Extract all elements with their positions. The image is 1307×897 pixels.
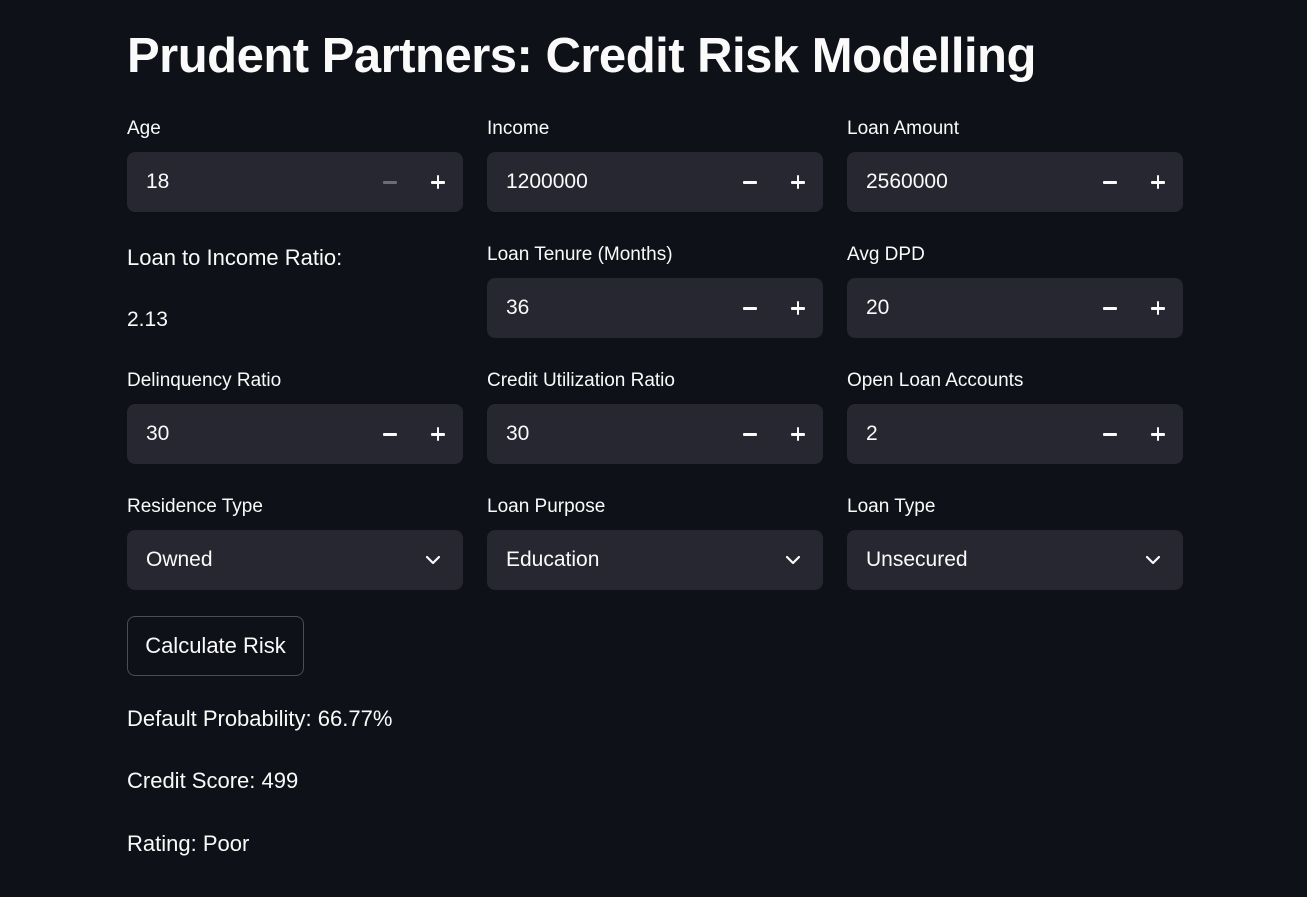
residence-type-selected: Owned <box>146 548 213 571</box>
credit-score-result: Credit Score: 499 <box>127 768 299 793</box>
loan-type-field: Loan Type Unsecured <box>847 496 1183 590</box>
age-number-input[interactable]: 18 <box>127 152 463 212</box>
age-field: Age 18 <box>127 118 463 212</box>
loan-tenure-decrement-button[interactable] <box>735 293 765 323</box>
avg-dpd-increment-button[interactable] <box>1143 293 1173 323</box>
chevron-down-icon <box>785 555 801 565</box>
avg-dpd-label: Avg DPD <box>847 244 925 265</box>
avg-dpd-value[interactable]: 20 <box>866 278 889 338</box>
age-value[interactable]: 18 <box>146 152 169 212</box>
delinquency-ratio-decrement-button[interactable] <box>375 419 405 449</box>
loan-amount-number-input[interactable]: 2560000 <box>847 152 1183 212</box>
loan-tenure-field: Loan Tenure (Months) 36 <box>487 244 823 338</box>
credit-utilization-ratio-number-input[interactable]: 30 <box>487 404 823 464</box>
loan-amount-label: Loan Amount <box>847 118 959 139</box>
income-label: Income <box>487 118 550 139</box>
minus-icon <box>1103 181 1117 184</box>
residence-type-label: Residence Type <box>127 496 263 517</box>
credit-risk-app: Prudent Partners: Credit Risk Modelling … <box>0 0 1307 897</box>
loan-purpose-selected: Education <box>506 548 600 571</box>
rating-result: Rating: Poor <box>127 831 250 856</box>
loan-amount-field: Loan Amount 2560000 <box>847 118 1183 212</box>
delinquency-ratio-value[interactable]: 30 <box>146 404 169 464</box>
age-increment-button[interactable] <box>423 167 453 197</box>
delinquency-ratio-field: Delinquency Ratio 30 <box>127 370 463 464</box>
age-label: Age <box>127 118 161 139</box>
loan-tenure-number-input[interactable]: 36 <box>487 278 823 338</box>
age-decrement-button[interactable] <box>375 167 405 197</box>
credit-utilization-ratio-field: Credit Utilization Ratio 30 <box>487 370 823 464</box>
loan-amount-increment-button[interactable] <box>1143 167 1173 197</box>
minus-icon <box>1103 307 1117 310</box>
delinquency-ratio-increment-button[interactable] <box>423 419 453 449</box>
chevron-down-icon <box>425 555 441 565</box>
loan-to-income-value: 2.13 <box>127 308 168 331</box>
default-probability-result: Default Probability: 66.77% <box>127 706 393 731</box>
minus-icon <box>1103 433 1117 436</box>
delinquency-ratio-number-input[interactable]: 30 <box>127 404 463 464</box>
loan-tenure-label: Loan Tenure (Months) <box>487 244 673 265</box>
avg-dpd-decrement-button[interactable] <box>1095 293 1125 323</box>
open-loan-accounts-increment-button[interactable] <box>1143 419 1173 449</box>
minus-icon <box>383 433 397 436</box>
calculate-risk-button[interactable]: Calculate Risk <box>127 616 304 676</box>
minus-icon <box>743 181 757 184</box>
chevron-down-icon <box>1145 555 1161 565</box>
loan-type-label: Loan Type <box>847 496 936 517</box>
open-loan-accounts-field: Open Loan Accounts 2 <box>847 370 1183 464</box>
loan-amount-decrement-button[interactable] <box>1095 167 1125 197</box>
credit-utilization-ratio-decrement-button[interactable] <box>735 419 765 449</box>
loan-type-selected: Unsecured <box>866 548 968 571</box>
credit-utilization-ratio-increment-button[interactable] <box>783 419 813 449</box>
loan-purpose-field: Loan Purpose Education <box>487 496 823 590</box>
open-loan-accounts-value[interactable]: 2 <box>866 404 878 464</box>
loan-tenure-value[interactable]: 36 <box>506 278 529 338</box>
delinquency-ratio-label: Delinquency Ratio <box>127 370 282 391</box>
income-decrement-button[interactable] <box>735 167 765 197</box>
income-number-input[interactable]: 1200000 <box>487 152 823 212</box>
income-field: Income 1200000 <box>487 118 823 212</box>
credit-utilization-ratio-label: Credit Utilization Ratio <box>487 370 675 391</box>
loan-type-select[interactable]: Unsecured <box>847 530 1183 590</box>
page-title: Prudent Partners: Credit Risk Modelling <box>127 29 1036 83</box>
loan-amount-value[interactable]: 2560000 <box>866 152 948 212</box>
loan-to-income-label: Loan to Income Ratio: <box>127 245 343 270</box>
open-loan-accounts-number-input[interactable]: 2 <box>847 404 1183 464</box>
avg-dpd-field: Avg DPD 20 <box>847 244 1183 338</box>
residence-type-select[interactable]: Owned <box>127 530 463 590</box>
open-loan-accounts-decrement-button[interactable] <box>1095 419 1125 449</box>
credit-utilization-ratio-value[interactable]: 30 <box>506 404 529 464</box>
loan-tenure-increment-button[interactable] <box>783 293 813 323</box>
avg-dpd-number-input[interactable]: 20 <box>847 278 1183 338</box>
open-loan-accounts-label: Open Loan Accounts <box>847 370 1024 391</box>
income-value[interactable]: 1200000 <box>506 152 588 212</box>
loan-purpose-select[interactable]: Education <box>487 530 823 590</box>
minus-icon <box>743 307 757 310</box>
minus-icon <box>383 181 397 184</box>
income-increment-button[interactable] <box>783 167 813 197</box>
minus-icon <box>743 433 757 436</box>
loan-purpose-label: Loan Purpose <box>487 496 606 517</box>
residence-type-field: Residence Type Owned <box>127 496 463 590</box>
